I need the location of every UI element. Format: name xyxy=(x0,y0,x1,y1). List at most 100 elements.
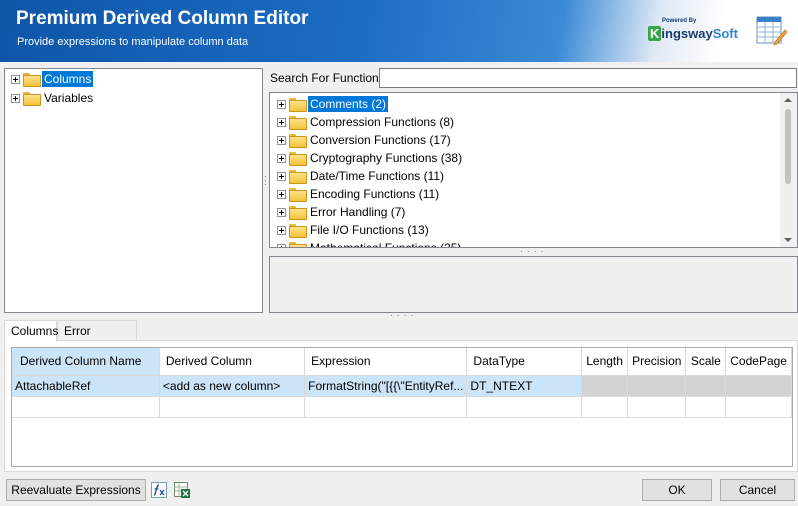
table-edit-icon xyxy=(756,16,787,46)
tree-item-variables[interactable]: Variables xyxy=(11,89,95,107)
expand-icon[interactable] xyxy=(277,171,286,181)
folder-icon xyxy=(289,152,307,166)
expand-icon[interactable] xyxy=(277,189,286,199)
expand-icon[interactable] xyxy=(277,225,286,235)
search-function-input[interactable] xyxy=(379,68,797,88)
logo-brand: KingswaySoft xyxy=(648,26,738,41)
cell-empty[interactable] xyxy=(466,396,583,418)
tab-error-handling[interactable]: Error Handling xyxy=(57,320,137,352)
function-category-item[interactable]: Date/Time Functions (11) xyxy=(277,167,446,185)
column-header[interactable]: Expression xyxy=(304,348,468,376)
folder-icon xyxy=(23,73,41,87)
cell-empty[interactable] xyxy=(12,396,160,418)
table-row-new[interactable] xyxy=(12,396,792,418)
search-label: Search For Function: xyxy=(270,71,383,85)
column-header[interactable]: Length xyxy=(581,348,629,376)
function-category-label: Conversion Functions (17) xyxy=(310,133,451,147)
tab-label: Columns xyxy=(11,324,59,338)
tree-item-label: Columns xyxy=(42,71,94,87)
function-category-item[interactable]: Comments (2) xyxy=(277,95,389,113)
expand-icon[interactable] xyxy=(277,207,286,217)
expand-icon[interactable] xyxy=(277,243,286,247)
expand-icon[interactable] xyxy=(277,135,286,145)
vertical-splitter-grip[interactable]: · · · xyxy=(264,173,268,189)
function-fx-icon[interactable] xyxy=(151,482,167,498)
cell-empty[interactable] xyxy=(159,396,306,418)
function-description-pane xyxy=(269,256,798,313)
horizontal-splitter-grip[interactable]: · · · · xyxy=(520,248,544,256)
folder-icon xyxy=(289,242,307,247)
folder-icon xyxy=(289,188,307,202)
cell-empty xyxy=(581,396,629,418)
cell-empty xyxy=(725,396,792,418)
main-splitter-grip[interactable]: · · · · xyxy=(390,312,414,320)
cell-empty xyxy=(627,396,687,418)
expand-icon[interactable] xyxy=(277,117,286,127)
function-tree[interactable]: Comments (2) Compression Functions (8) C… xyxy=(269,92,798,248)
column-header[interactable]: DataType xyxy=(466,348,583,376)
function-category-label: Encoding Functions (11) xyxy=(310,187,440,201)
folder-icon xyxy=(289,206,307,220)
function-category-item[interactable]: Conversion Functions (17) xyxy=(277,131,453,149)
folder-icon xyxy=(289,224,307,238)
column-header[interactable]: CodePage xyxy=(725,348,792,376)
function-category-label: File I/O Functions (13) xyxy=(310,223,429,237)
tree-item-label: Variables xyxy=(44,91,94,105)
function-category-item[interactable]: Encoding Functions (11) xyxy=(277,185,441,203)
function-category-label: Error Handling (7) xyxy=(310,205,406,219)
table-row[interactable]: AttachableRef <add as new column> Format… xyxy=(12,375,792,397)
function-category-label: Mathematical Functions (25) xyxy=(310,241,462,248)
logo-brand-mid: ingsway xyxy=(661,26,713,41)
column-header[interactable]: Precision xyxy=(627,348,687,376)
function-category-label: Comments (2) xyxy=(308,96,389,112)
function-category-label: Cryptography Functions (38) xyxy=(310,151,463,165)
function-category-item[interactable]: Error Handling (7) xyxy=(277,203,407,221)
cell-precision xyxy=(627,375,687,397)
scroll-thumb[interactable] xyxy=(785,109,791,184)
function-category-item[interactable]: File I/O Functions (13) xyxy=(277,221,431,239)
column-header[interactable]: Derived Column xyxy=(159,348,306,376)
cell-datatype[interactable]: DT_NTEXT xyxy=(466,375,583,397)
tab-columns[interactable]: Columns xyxy=(4,320,59,342)
folder-icon xyxy=(289,98,307,112)
derived-columns-grid[interactable]: Derived Column Name Derived Column Expre… xyxy=(11,347,793,467)
column-header[interactable]: Scale xyxy=(685,348,727,376)
cancel-button[interactable]: Cancel xyxy=(720,479,795,501)
column-header[interactable]: Derived Column Name xyxy=(12,348,160,376)
expand-icon[interactable] xyxy=(277,99,286,109)
function-category-item[interactable]: Cryptography Functions (38) xyxy=(277,149,464,167)
cell-codepage xyxy=(725,375,792,397)
grid-excel-icon[interactable] xyxy=(174,482,190,498)
dialog-title: Premium Derived Column Editor xyxy=(16,8,309,29)
ok-button[interactable]: OK xyxy=(642,479,712,501)
cell-expression[interactable]: FormatString("[{{\"EntityRef... xyxy=(304,375,468,397)
dialog-subtitle: Provide expressions to manipulate column… xyxy=(17,36,249,48)
derived-columns-table: Derived Column Name Derived Column Expre… xyxy=(12,348,792,418)
tree-item-columns[interactable]: Columns xyxy=(11,70,94,88)
tab-control: Columns Error Handling Derived Column Na… xyxy=(4,320,798,472)
cell-length xyxy=(581,375,629,397)
expand-icon[interactable] xyxy=(277,153,286,163)
cell-derived-column[interactable]: <add as new column> xyxy=(159,375,306,397)
folder-icon xyxy=(289,134,307,148)
reevaluate-expressions-button[interactable]: Reevaluate Expressions xyxy=(6,479,146,501)
function-category-label: Date/Time Functions (11) xyxy=(310,169,445,183)
scroll-down-icon[interactable] xyxy=(784,238,792,242)
logo-brand-soft: Soft xyxy=(712,26,738,41)
cell-derived-column-name[interactable]: AttachableRef xyxy=(12,375,160,397)
scroll-up-icon[interactable] xyxy=(784,98,792,102)
cell-scale xyxy=(685,375,727,397)
expand-icon[interactable] xyxy=(11,93,20,103)
function-tree-scrollbar[interactable] xyxy=(780,93,797,247)
columns-variables-tree[interactable]: Columns Variables xyxy=(4,68,263,313)
function-category-item[interactable]: Compression Functions (8) xyxy=(277,113,456,131)
function-category-item[interactable]: Mathematical Functions (25) xyxy=(277,239,463,248)
folder-icon xyxy=(289,170,307,184)
folder-icon xyxy=(289,116,307,130)
header-banner: Premium Derived Column Editor Provide ex… xyxy=(0,0,798,62)
folder-icon xyxy=(23,92,41,106)
expand-icon[interactable] xyxy=(11,74,20,84)
grid-header-row: Derived Column Name Derived Column Expre… xyxy=(12,348,792,376)
kingswaysoft-logo: Powered By KingswaySoft xyxy=(648,18,738,48)
cell-empty[interactable] xyxy=(304,396,468,418)
